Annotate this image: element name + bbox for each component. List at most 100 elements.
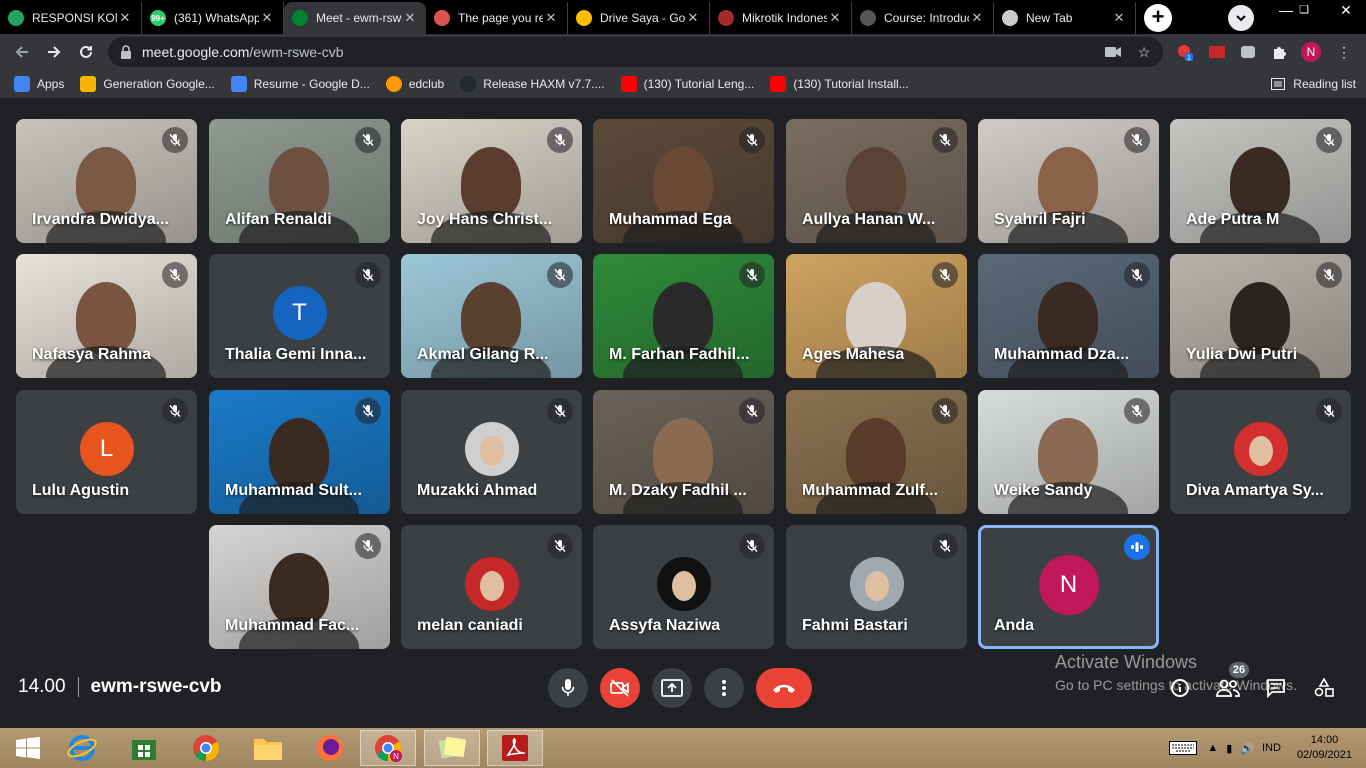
- participant-tile[interactable]: Fahmi Bastari: [786, 525, 967, 649]
- start-button[interactable]: [0, 730, 56, 766]
- more-options-button[interactable]: [704, 668, 744, 708]
- speaker-icon[interactable]: 🔊: [1240, 742, 1254, 755]
- meeting-details-button[interactable]: [1166, 676, 1194, 700]
- browser-tab[interactable]: 99+ (361) WhatsApp ✕: [142, 2, 284, 34]
- close-tab-icon[interactable]: ✕: [1111, 10, 1127, 26]
- participant-tile[interactable]: melan caniadi: [401, 525, 582, 649]
- microphone-button[interactable]: [548, 668, 588, 708]
- participant-tile[interactable]: N Anda: [978, 525, 1159, 649]
- bookmark-item[interactable]: Resume - Google D...: [230, 76, 370, 92]
- camera-off-button[interactable]: [600, 668, 640, 708]
- activities-button[interactable]: [1310, 676, 1338, 700]
- participant-tile[interactable]: Akmal Gilang R...: [401, 254, 582, 378]
- bookmark-item[interactable]: edclub: [385, 76, 444, 92]
- participants-button[interactable]: [1214, 676, 1242, 700]
- close-tab-icon[interactable]: ✕: [259, 10, 275, 26]
- close-tab-icon[interactable]: ✕: [827, 10, 843, 26]
- windows-taskbar: N ▲ ▮ 🔊 IND 14:00 02/09/2021: [0, 728, 1366, 768]
- participant-tile[interactable]: Muhammad Zulf...: [786, 390, 967, 514]
- browser-tab[interactable]: New Tab ✕: [994, 2, 1136, 34]
- participant-tile[interactable]: Alifan Renaldi: [209, 119, 390, 243]
- chrome-profile-taskbar-icon[interactable]: N: [360, 730, 416, 766]
- browser-menu-icon[interactable]: ⋮: [1334, 42, 1354, 62]
- participant-tile[interactable]: Irvandra Dwidya...: [16, 119, 197, 243]
- bookmark-item[interactable]: (130) Tutorial Leng...: [620, 76, 754, 92]
- store-icon[interactable]: [116, 730, 172, 766]
- url-host: meet.google.com: [142, 44, 250, 60]
- profile-avatar[interactable]: N: [1301, 42, 1321, 62]
- participant-tile[interactable]: Diva Amartya Sy...: [1170, 390, 1351, 514]
- chrome-icon[interactable]: [178, 730, 234, 766]
- browser-tab[interactable]: Drive Saya - Google Drive✕: [568, 2, 710, 34]
- extensions-puzzle-icon[interactable]: [1270, 42, 1290, 62]
- participant-tile[interactable]: L Lulu Agustin: [16, 390, 197, 514]
- participant-tile[interactable]: Nafasya Rahma: [16, 254, 197, 378]
- close-tab-icon[interactable]: ✕: [402, 10, 418, 26]
- participant-tile[interactable]: Weike Sandy: [978, 390, 1159, 514]
- participant-tile[interactable]: Muzakki Ahmad: [401, 390, 582, 514]
- network-icon[interactable]: ▮: [1226, 742, 1232, 755]
- leave-call-button[interactable]: [756, 668, 812, 708]
- bookmark-item[interactable]: (130) Tutorial Install...: [770, 76, 909, 92]
- bookmark-item[interactable]: Generation Google...: [80, 76, 215, 92]
- bookmark-item[interactable]: Release HAXM v7.7....: [460, 76, 605, 92]
- browser-tab[interactable]: Course: Introduction✕: [852, 2, 994, 34]
- participant-tile[interactable]: Muhammad Dza...: [978, 254, 1159, 378]
- maximize-button[interactable]: ❏: [1284, 0, 1324, 22]
- extension-red-icon[interactable]: 1: [1175, 42, 1195, 62]
- back-button[interactable]: [6, 36, 38, 68]
- browser-tab[interactable]: RESPONSI KONSEP JARINGAN✕: [0, 2, 142, 34]
- bookmark-item[interactable]: Apps: [14, 76, 64, 92]
- camera-blocked-icon[interactable]: [1103, 42, 1123, 62]
- chat-button[interactable]: [1262, 676, 1290, 700]
- meeting-code[interactable]: ewm-rswe-cvb: [91, 676, 222, 698]
- internet-explorer-icon[interactable]: [54, 730, 110, 766]
- firefox-icon[interactable]: [302, 730, 358, 766]
- participant-tile[interactable]: Syahril Fajri: [978, 119, 1159, 243]
- participant-tile[interactable]: M. Farhan Fadhil...: [593, 254, 774, 378]
- sticky-notes-icon[interactable]: [424, 730, 480, 766]
- close-tab-icon[interactable]: ✕: [969, 10, 985, 26]
- tab-favicon-icon: [434, 10, 450, 26]
- participant-tile[interactable]: Yulia Dwi Putri: [1170, 254, 1351, 378]
- forward-button[interactable]: [38, 36, 70, 68]
- new-tab-button[interactable]: +: [1144, 4, 1172, 32]
- show-hidden-icons[interactable]: ▲: [1207, 742, 1218, 754]
- extension-chat-icon[interactable]: [1238, 42, 1258, 62]
- muted-mic-icon: [1316, 398, 1342, 424]
- file-explorer-icon[interactable]: [240, 730, 296, 766]
- participant-figure: [269, 553, 329, 625]
- close-tab-icon[interactable]: ✕: [117, 10, 133, 26]
- participant-tile[interactable]: M. Dzaky Fadhil ...: [593, 390, 774, 514]
- browser-tab[interactable]: Meet - ewm-rswe-cvb✕: [284, 2, 426, 34]
- close-tab-icon[interactable]: ✕: [685, 10, 701, 26]
- participant-tile[interactable]: Ade Putra M: [1170, 119, 1351, 243]
- participant-tile[interactable]: Muhammad Fac...: [209, 525, 390, 649]
- present-screen-button[interactable]: [652, 668, 692, 708]
- browser-tab[interactable]: Mikrotik Indonesia✕: [710, 2, 852, 34]
- participant-tile[interactable]: T Thalia Gemi Inna...: [209, 254, 390, 378]
- close-tab-icon[interactable]: ✕: [543, 10, 559, 26]
- participant-figure: [269, 147, 329, 219]
- tab-search-button[interactable]: [1228, 5, 1254, 31]
- participant-figure: [1038, 282, 1098, 354]
- reload-button[interactable]: [70, 36, 102, 68]
- acrobat-reader-icon[interactable]: [487, 730, 543, 766]
- reading-list-label: Reading list: [1293, 77, 1356, 91]
- browser-tab[interactable]: The page you requested✕: [426, 2, 568, 34]
- participant-tile[interactable]: Assyfa Naziwa: [593, 525, 774, 649]
- taskbar-clock[interactable]: 14:00 02/09/2021: [1297, 733, 1352, 763]
- input-language[interactable]: IND: [1262, 742, 1281, 754]
- participant-tile[interactable]: Muhammad Sult...: [209, 390, 390, 514]
- bookmark-star-icon[interactable]: ☆: [1134, 42, 1154, 62]
- close-window-button[interactable]: ✕: [1326, 0, 1366, 22]
- participant-tile[interactable]: Ages Mahesa: [786, 254, 967, 378]
- participant-tile[interactable]: Aullya Hanan W...: [786, 119, 967, 243]
- keyboard-icon[interactable]: [1169, 739, 1199, 757]
- reading-list-button[interactable]: Reading list: [1271, 70, 1356, 98]
- participant-tile[interactable]: Muhammad Ega: [593, 119, 774, 243]
- participant-figure: [76, 147, 136, 219]
- extension-flag-icon[interactable]: [1207, 42, 1227, 62]
- address-bar[interactable]: meet.google.com/ewm-rswe-cvb: [108, 37, 1163, 67]
- participant-tile[interactable]: Joy Hans Christ...: [401, 119, 582, 243]
